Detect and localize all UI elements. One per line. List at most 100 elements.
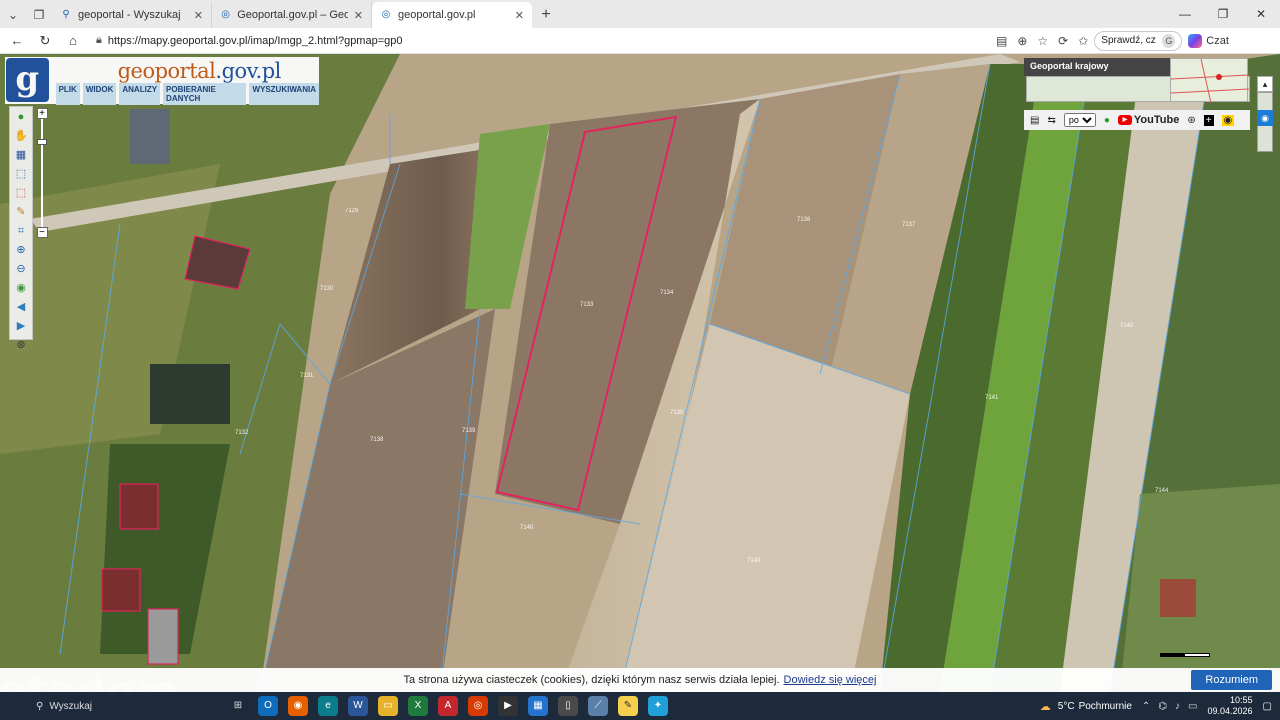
weather-desc: Pochmurnie [1078,700,1132,712]
title-prefix: geoportal [117,59,216,83]
geoportal-header: g geoportal.gov.pl PLIK WIDOK ANALIZY PO… [5,57,319,105]
taskbar-search-text: Wyszukaj [49,700,93,712]
scale-bar-graphic [1160,653,1210,657]
tab-geoportal-infra[interactable]: ◎ Geoportal.gov.pl – Geoportal Infra ✕ [212,2,372,28]
outlook-icon[interactable]: O [258,696,278,716]
cookie-more-link[interactable]: Dowiedz się więcej [784,674,877,686]
tab-label: Geoportal.gov.pl – Geoportal Infra [237,9,348,21]
zoom-in-icon[interactable]: ⊕ [13,242,29,258]
menu-pobieranie[interactable]: POBIERANIE DANYCH [163,83,247,105]
parcel-label: 7140 [520,525,534,531]
overview-thumbnail[interactable] [1170,58,1250,104]
menu-widok[interactable]: WIDOK [82,83,117,105]
zoom-rail[interactable] [37,119,47,227]
chrome-icon[interactable]: ◎ [468,696,488,716]
taskbar-search[interactable]: ⚲ Wyszukaj [36,695,216,717]
search-icon: ⚲ [36,700,44,712]
url-field[interactable]: 🔒︎ https://mapy.geoportal.gov.pl/imap/Im… [90,31,990,51]
print-icon[interactable]: ▤ [1030,115,1039,126]
close-icon[interactable]: ✕ [515,9,524,22]
title-suffix: .gov.pl [215,59,281,83]
pdf-icon[interactable]: A [438,696,458,716]
phone-icon[interactable]: ▯ [558,696,578,716]
back-icon[interactable]: ← [6,33,28,48]
app-icon[interactable]: ▦ [528,696,548,716]
close-window-icon[interactable]: ✕ [1242,7,1280,21]
tab-geoportal[interactable]: ◎ geoportal.gov.pl ✕ [372,2,532,28]
geoportal-logo[interactable]: g [6,58,49,102]
language-select[interactable]: pol [1063,113,1096,127]
new-tab-button[interactable]: + [532,2,560,28]
edge-icon[interactable]: e [318,696,338,716]
weather-temp: 5°C [1057,700,1075,712]
menu-analizy[interactable]: ANALIZY [119,83,161,105]
minimize-icon[interactable]: — [1166,7,1204,21]
address-icons: ▤ ⊕ ☆ ⟳ ✩ [996,34,1088,48]
draw-icon[interactable]: ✎ [13,204,29,220]
clock[interactable]: 10:55 09.04.2026 [1208,695,1253,717]
zoom-minus-icon[interactable]: − [36,227,48,238]
notifications-icon[interactable]: ▢ [1263,701,1272,712]
menu-plik[interactable]: PLIK [55,83,80,105]
layers-icon[interactable]: ▦ [13,147,29,163]
volume-icon[interactable]: ♪ [1175,701,1180,712]
globe-icon[interactable]: ◉ [13,280,29,296]
share-icon[interactable]: ⇆ [1047,115,1055,126]
map-viewport[interactable]: 7129 7130 7131 7132 7133 7134 7135 7136 … [0,54,1280,692]
firefox-icon[interactable]: ◉ [288,696,308,716]
copilot-icon [1188,33,1203,48]
select-icon[interactable]: ⬚ [13,166,29,182]
battery-icon[interactable]: ▭ [1188,701,1197,712]
zoom-out-icon[interactable]: ⊖ [13,261,29,277]
window-controls: — ❐ ✕ [1166,0,1280,28]
back-extent-icon[interactable]: ◀ [13,299,29,315]
info-icon[interactable]: ● [13,109,29,125]
parcel-label: 7144 [1155,488,1169,494]
zoom-knob[interactable] [37,139,47,145]
reader-icon[interactable]: ▤ [996,34,1007,48]
pan-icon[interactable]: ✋ [13,128,29,144]
draw-app-icon[interactable]: ⟋ [588,696,608,716]
workspaces-icon[interactable]: ❐ [26,2,52,28]
word-icon[interactable]: W [348,696,368,716]
panel-toggle-icon[interactable]: ▴ [1257,76,1273,92]
zoom-slider[interactable]: + − [36,108,48,238]
eye-icon[interactable]: ◉ [1221,114,1235,126]
parcel-label: 7130 [320,286,334,292]
network-icon[interactable]: ⌬ [1158,701,1167,712]
task-view-icon[interactable]: ⊞ [228,696,248,716]
zoom-plus-icon[interactable]: + [36,108,48,119]
chevron-up-icon[interactable]: ⌃ [1142,701,1150,712]
notes-icon[interactable]: ✎ [618,696,638,716]
excel-icon[interactable]: X [408,696,428,716]
close-icon[interactable]: ✕ [354,9,363,22]
tab-list-icon[interactable]: ⌄ [0,2,26,28]
favorite-icon[interactable]: ☆ [1037,34,1048,48]
extensions-icon[interactable]: ⟳ [1058,34,1068,48]
home-icon[interactable]: ⌂ [62,33,84,48]
favorites-list-icon[interactable]: ✩ [1078,34,1088,48]
folder-icon[interactable]: ▭ [378,696,398,716]
media-icon[interactable]: ▶ [498,696,518,716]
geoportal-menu: PLIK WIDOK ANALIZY POBIERANIE DANYCH WYS… [55,83,319,105]
copilot-button[interactable]: Czat [1188,33,1229,48]
photos-icon[interactable]: ✦ [648,696,668,716]
measure-icon[interactable]: ⌗ [13,223,29,239]
menu-wyszukiwania[interactable]: WYSZUKIWANIA [249,83,319,105]
maximize-icon[interactable]: ❐ [1204,7,1242,21]
weather-widget[interactable]: ☁ 5°C Pochmurnie [1040,700,1132,714]
contrast-icon[interactable]: + [1203,114,1214,126]
delete-selection-icon[interactable]: ⬚ [13,185,29,201]
cookie-accept-button[interactable]: Rozumiem [1191,670,1272,690]
visibility-icon[interactable]: ◉ [1257,110,1273,126]
forward-extent-icon[interactable]: ▶ [13,318,29,334]
accessibility-icon[interactable]: ⊛ [1187,115,1195,126]
refresh-icon[interactable]: ↻ [34,33,56,49]
tab-search[interactable]: ⚲ geoportal - Wyszukaj ✕ [52,2,212,28]
settings-icon[interactable]: ● [1104,115,1110,126]
close-icon[interactable]: ✕ [194,9,203,22]
zoom-icon[interactable]: ⊕ [1017,34,1027,48]
help-icon[interactable]: ⊛ [13,337,29,353]
profile-search[interactable]: Sprawdź, czy to Ty G [1094,30,1183,51]
youtube-link[interactable]: ▶ YouTube [1117,114,1179,126]
